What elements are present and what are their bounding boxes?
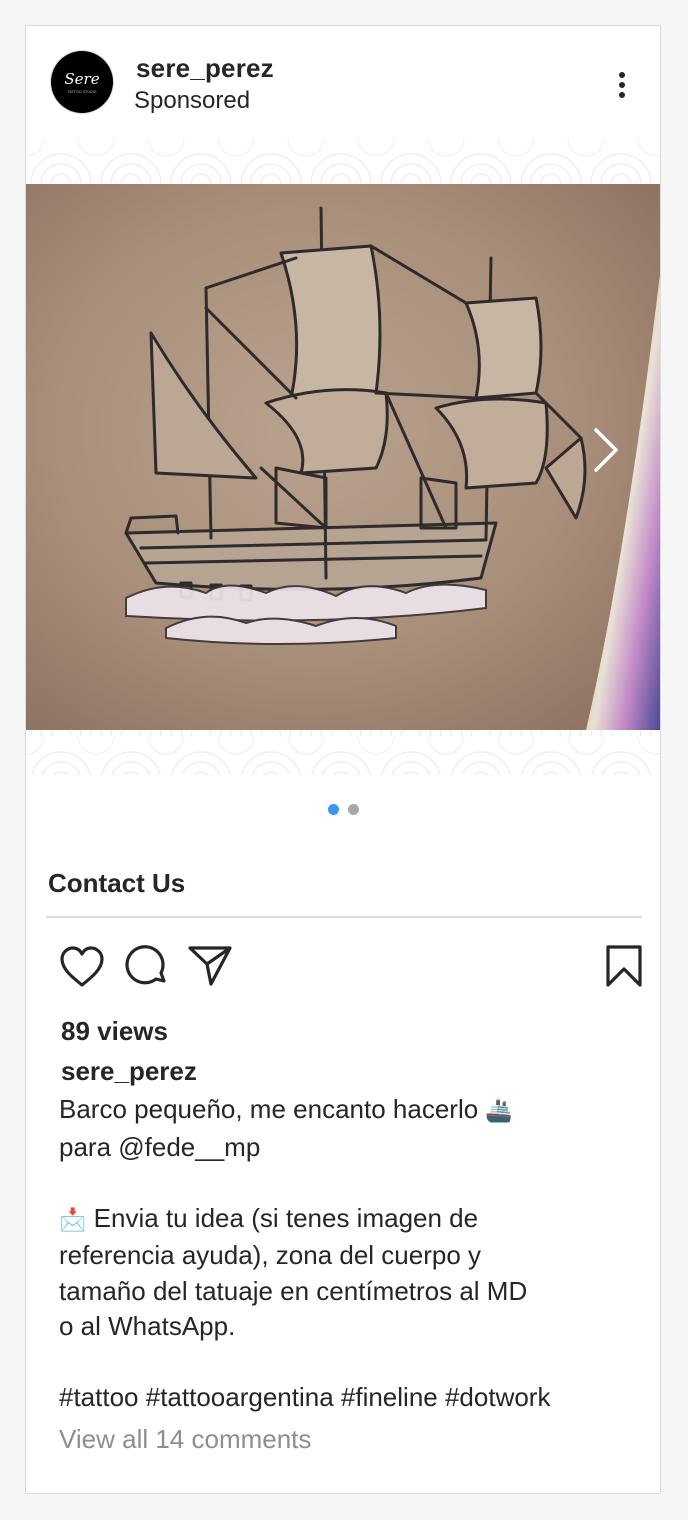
- save-button[interactable]: [604, 944, 644, 988]
- more-options-button[interactable]: [608, 68, 636, 102]
- view-all-comments-link[interactable]: View all 14 comments: [59, 1424, 311, 1455]
- views-count: 89 views: [61, 1016, 168, 1046]
- carousel-dot: [348, 804, 359, 815]
- caption-line-1-text: Barco pequeño, me encanto hacerlo: [59, 1094, 479, 1124]
- carousel-dot-active: [328, 804, 339, 815]
- post-header: Sere TATTOO STUDIO sere_perez Sponsored: [26, 26, 660, 138]
- post-carousel[interactable]: [26, 138, 660, 775]
- envelope-emoji: 📩: [59, 1207, 87, 1233]
- post-caption: Barco pequeño, me encanto hacerlo 🚢 para…: [59, 1092, 639, 1416]
- avatar[interactable]: Sere TATTOO STUDIO: [51, 51, 113, 113]
- caption-line-1: Barco pequeño, me encanto hacerlo 🚢: [59, 1092, 639, 1130]
- share-button[interactable]: [186, 944, 234, 988]
- heart-icon: [60, 946, 104, 987]
- more-options-icon: [619, 72, 625, 98]
- contact-us-button[interactable]: Contact Us: [48, 868, 185, 899]
- post-username[interactable]: sere_perez: [136, 53, 274, 84]
- post-image: [26, 138, 660, 775]
- caption-paragraph-2: 📩 Envia tu idea (si tenes imagen de refe…: [59, 1201, 639, 1345]
- comment-button[interactable]: [122, 943, 170, 991]
- ship-emoji: 🚢: [485, 1099, 513, 1124]
- avatar-logo: Sere TATTOO STUDIO: [64, 70, 99, 94]
- sponsored-label: Sponsored: [134, 87, 251, 114]
- sponsored-post-card: Sere TATTOO STUDIO sere_perez Sponsored: [25, 25, 661, 1494]
- avatar-logo-text: Sere: [64, 70, 99, 88]
- like-button[interactable]: [58, 945, 106, 989]
- share-icon: [188, 946, 232, 986]
- caption-username[interactable]: sere_perez: [61, 1056, 197, 1087]
- avatar-logo-subtext: TATTOO STUDIO: [67, 90, 97, 94]
- caption-hashtags[interactable]: #tattoo #tattooargentina #fineline #dotw…: [59, 1380, 639, 1416]
- comment-icon: [125, 945, 166, 985]
- caption-paragraph-2-text: Envia tu idea (si tenes imagen de refere…: [59, 1202, 528, 1342]
- cta-divider: [46, 916, 642, 918]
- carousel-indicator: [26, 804, 660, 818]
- bookmark-icon: [606, 945, 642, 987]
- caption-line-2: para @fede__mp: [59, 1131, 261, 1162]
